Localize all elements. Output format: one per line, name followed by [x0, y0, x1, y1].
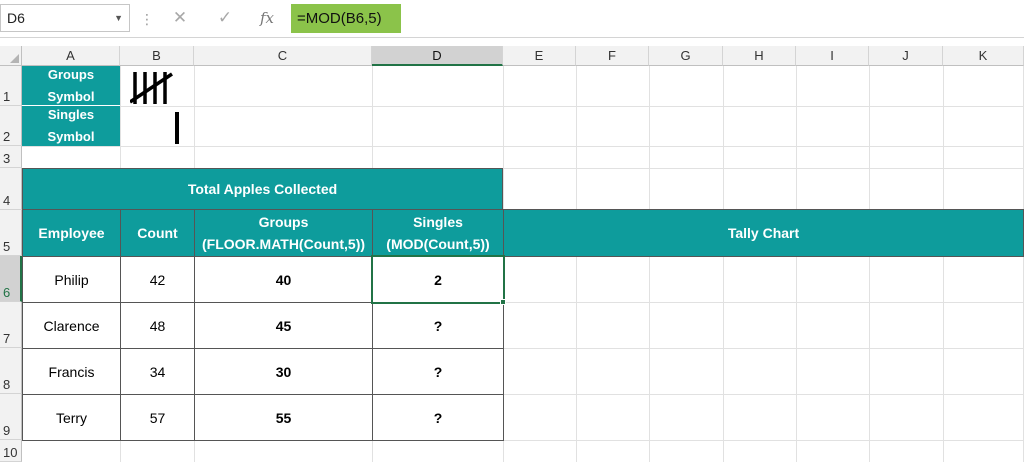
table-cell-count[interactable]: 57	[120, 394, 195, 441]
column-header-j[interactable]: J	[869, 46, 943, 66]
table-cell-groups[interactable]: 45	[194, 302, 373, 349]
table-cell-singles[interactable]: ?	[372, 348, 504, 395]
formula-bar-grip-icon: ⋮	[140, 11, 154, 27]
formula-bar: D6 ▼ ⋮ ✕ ✓ fx =MOD(B6,5)	[0, 0, 1024, 38]
table-cell-singles[interactable]: ?	[372, 302, 504, 349]
row-header-8[interactable]: 8	[0, 348, 22, 394]
column-header-e[interactable]: E	[503, 46, 576, 66]
header-employee: Employee	[22, 209, 121, 257]
worksheet-grid[interactable]: Groups Symbol Singles Symbol Total Apple…	[22, 66, 1024, 462]
row-header-4[interactable]: 4	[0, 168, 22, 210]
row-header-5[interactable]: 5	[0, 210, 22, 256]
fill-handle[interactable]	[500, 299, 506, 305]
column-header-f[interactable]: F	[576, 46, 649, 66]
table-cell-count[interactable]: 48	[120, 302, 195, 349]
formula-input[interactable]: =MOD(B6,5)	[291, 4, 401, 33]
tally-group-symbol	[130, 72, 173, 104]
table-cell-count[interactable]: 42	[120, 256, 195, 303]
row-header-2[interactable]: 2	[0, 106, 22, 146]
table-cell-employee[interactable]: Clarence	[22, 302, 121, 349]
singles-symbol-label: Singles Symbol	[22, 106, 120, 146]
enter-icon[interactable]: ✓	[210, 6, 240, 30]
header-groups: Groups (FLOOR.MATH(Count,5))	[194, 209, 373, 257]
column-header-i[interactable]: I	[796, 46, 869, 66]
header-tally-chart: Tally Chart	[503, 209, 1024, 257]
table-cell-employee[interactable]: Francis	[22, 348, 121, 395]
select-all-button[interactable]	[0, 46, 22, 66]
name-box-value: D6	[7, 10, 25, 26]
tally-single-symbol	[175, 112, 179, 144]
header-count: Count	[120, 209, 195, 257]
table-title: Total Apples Collected	[22, 168, 503, 210]
row-header-9[interactable]: 9	[0, 394, 22, 440]
table-cell-employee[interactable]: Terry	[22, 394, 121, 441]
table-cell-employee[interactable]: Philip	[22, 256, 121, 303]
table-cell-singles[interactable]: ?	[372, 394, 504, 441]
table-cell-count[interactable]: 34	[120, 348, 195, 395]
name-box[interactable]: D6 ▼	[0, 4, 130, 32]
table-cell-groups[interactable]: 40	[194, 256, 373, 303]
cancel-icon[interactable]: ✕	[165, 6, 195, 30]
column-header-k[interactable]: K	[943, 46, 1024, 66]
name-box-dropdown-icon[interactable]: ▼	[114, 5, 123, 31]
column-header-h[interactable]: H	[723, 46, 796, 66]
column-header-c[interactable]: C	[194, 46, 372, 66]
groups-symbol-label: Groups Symbol	[22, 66, 120, 106]
insert-function-icon[interactable]: fx	[252, 6, 282, 30]
row-header-1[interactable]: 1	[0, 66, 22, 106]
table-cell-groups[interactable]: 55	[194, 394, 373, 441]
column-header-g[interactable]: G	[649, 46, 723, 66]
column-header-d[interactable]: D	[372, 46, 503, 66]
row-header-7[interactable]: 7	[0, 302, 22, 348]
row-header-3[interactable]: 3	[0, 146, 22, 168]
table-cell-groups[interactable]: 30	[194, 348, 373, 395]
active-cell-selection[interactable]	[371, 255, 505, 304]
column-header-b[interactable]: B	[120, 46, 194, 66]
header-singles: Singles (MOD(Count,5))	[372, 209, 504, 257]
row-header-10[interactable]: 10	[0, 440, 22, 462]
row-header-6[interactable]: 6	[0, 256, 22, 302]
